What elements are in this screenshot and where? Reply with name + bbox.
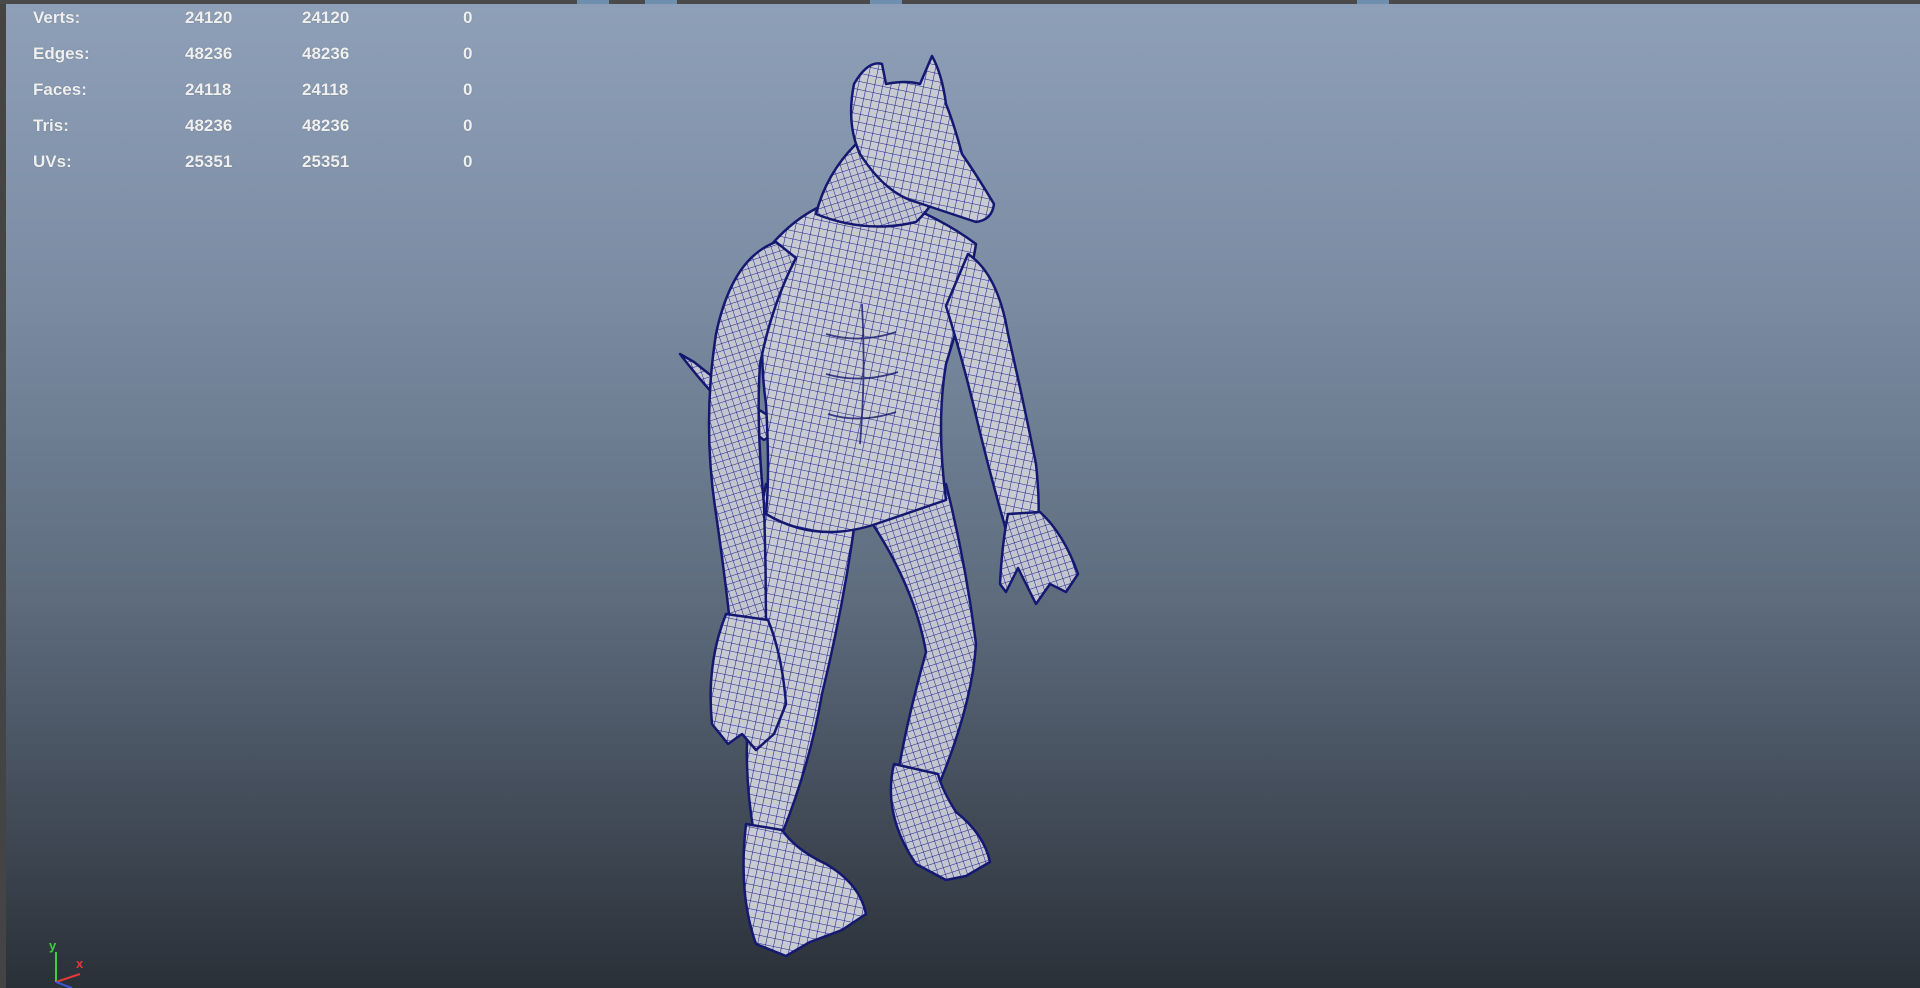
hud-value: 24118 [185,80,232,99]
hud-value: 48236 [185,116,233,135]
hud-value: 25351 [185,152,233,171]
mesh-torso [760,192,978,534]
mesh-foot-left [742,822,868,958]
hud-value: 48236 [185,44,233,63]
hud-row-tris: Tris: 48236 48236 0 [6,116,476,140]
hud-value: 0 [463,44,473,63]
axis-y-label: y [49,938,57,953]
hud-label: Tris: [33,116,69,135]
hud-value: 48236 [302,116,350,135]
mesh-hand-right [998,510,1080,606]
hud-row-verts: Verts: 24120 24120 0 [6,8,476,32]
mesh-foot-right [889,762,992,882]
hud-row-edges: Edges: 48236 48236 0 [6,44,476,68]
hud-value: 25351 [302,152,350,171]
hud-row-faces: Faces: 24118 24118 0 [6,80,476,104]
mesh-leg-right [864,482,978,784]
hud-value: 0 [463,80,473,99]
axis-gizmo-icon: y x [46,938,106,988]
axis-x-label: x [76,956,84,971]
hud-value: 0 [463,8,473,27]
hud-value: 0 [463,116,473,135]
maya-viewport-window: Verts: 24120 24120 0 Edges: 48236 48236 … [0,0,1920,988]
hud-value: 0 [463,152,473,171]
hud-label: UVs: [33,152,72,171]
hud-value: 24120 [302,8,350,27]
hud-label: Verts: [33,8,81,27]
3d-viewport[interactable]: Verts: 24120 24120 0 Edges: 48236 48236 … [6,4,1920,988]
hud-value: 24120 [185,8,233,27]
mesh-arm-right [944,252,1040,532]
hud-label: Edges: [33,44,90,63]
hud-value: 24118 [302,80,349,99]
hud-row-uvs: UVs: 25351 25351 0 [6,152,476,176]
werewolf-wireframe-mesh[interactable] [646,44,1186,964]
hud-label: Faces: [33,80,87,99]
hud-value: 48236 [302,44,350,63]
